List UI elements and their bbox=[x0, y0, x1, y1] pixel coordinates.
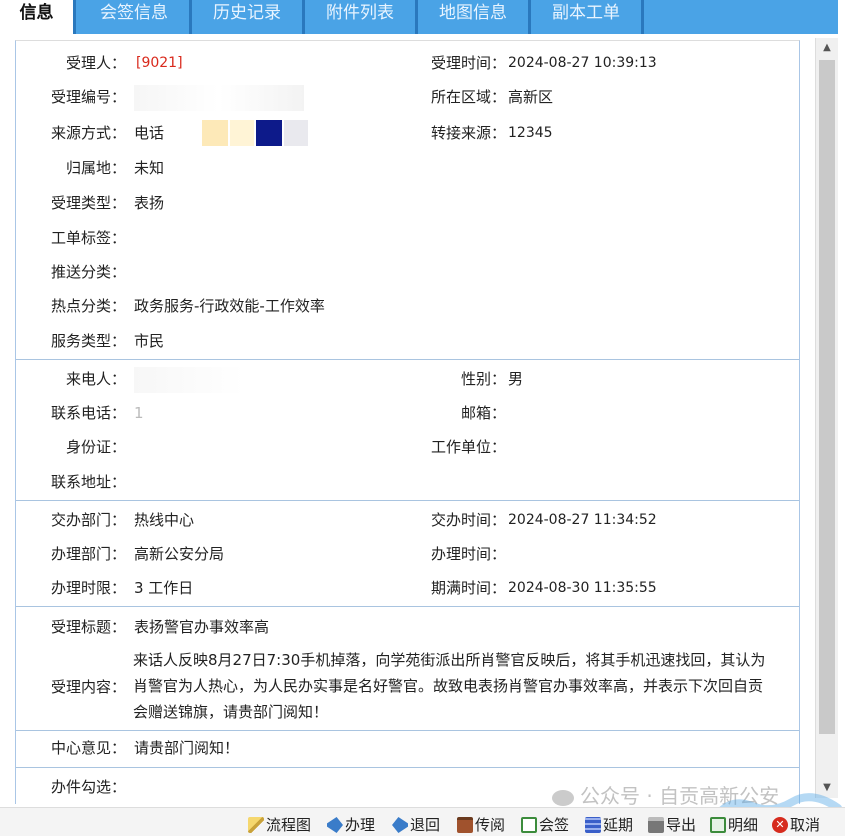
title-label: 受理标题： bbox=[50, 618, 126, 636]
delay-button[interactable]: 延期 bbox=[585, 814, 633, 836]
handle-time-label: 办理时间： bbox=[430, 545, 506, 563]
countersign-label: 会签 bbox=[539, 816, 570, 834]
detail-label: 明细 bbox=[728, 816, 759, 834]
delay-icon bbox=[585, 817, 601, 833]
cancel-button[interactable]: ✕ 取消 bbox=[772, 814, 820, 836]
redacted-caller-name bbox=[134, 367, 244, 393]
transfer-label: 转接来源： bbox=[430, 124, 506, 142]
scroll-up-icon[interactable]: ▲ bbox=[816, 38, 838, 58]
tab-countersign-info[interactable]: 会签信息 bbox=[79, 0, 192, 34]
opinion-value: 请贵部门阅知！ bbox=[134, 739, 240, 757]
print-icon bbox=[648, 817, 664, 833]
section-divider-1 bbox=[16, 359, 799, 360]
flowchart-button[interactable]: 流程图 bbox=[248, 814, 311, 836]
push-label: 推送分类： bbox=[50, 263, 126, 281]
phone-value: 1 bbox=[134, 404, 144, 422]
scroll-thumb[interactable] bbox=[819, 60, 835, 734]
circulate-label: 传阅 bbox=[475, 816, 506, 834]
export-button[interactable]: 导出 bbox=[648, 814, 696, 836]
redacted-accept-no bbox=[134, 85, 304, 111]
wechat-icon bbox=[552, 789, 574, 806]
handler-label: 受理人： bbox=[65, 54, 126, 72]
assign-time-value: 2024-08-27 11:34:52 bbox=[508, 512, 657, 528]
origin-label: 归属地： bbox=[65, 159, 126, 177]
vertical-scrollbar[interactable]: ▲ ▼ bbox=[815, 38, 838, 798]
redacted-block-2 bbox=[230, 120, 254, 146]
id-card-label: 身份证： bbox=[65, 438, 126, 456]
time-limit-label: 办理时限： bbox=[50, 579, 126, 597]
service-value: 市民 bbox=[134, 332, 165, 350]
gender-value: 男 bbox=[508, 370, 524, 388]
handle-icon bbox=[327, 817, 343, 833]
section-divider-5 bbox=[16, 767, 799, 768]
work-unit-label: 工作单位： bbox=[430, 438, 506, 456]
email-label: 邮箱： bbox=[460, 404, 506, 422]
tab-bar: 信息 会签信息 历史记录 附件列表 地图信息 副本工单 bbox=[0, 0, 845, 34]
flowchart-label: 流程图 bbox=[266, 816, 312, 834]
content-label: 受理内容： bbox=[50, 678, 126, 696]
return-icon bbox=[392, 817, 408, 833]
return-button[interactable]: 退回 bbox=[392, 814, 440, 836]
briefcase-icon bbox=[457, 817, 473, 833]
region-value: 高新区 bbox=[508, 88, 554, 106]
tab-attachments[interactable]: 附件列表 bbox=[305, 0, 418, 34]
due-time-value: 2024-08-30 11:35:55 bbox=[508, 580, 657, 596]
pencil-icon bbox=[248, 817, 264, 833]
phone-label: 联系电话： bbox=[50, 404, 126, 422]
type-label: 受理类型： bbox=[50, 194, 126, 212]
delay-label: 延期 bbox=[603, 816, 634, 834]
origin-value: 未知 bbox=[134, 159, 165, 177]
action-toolbar: 流程图 办理 退回 传阅 会签 延期 导出 明细 ✕ 取消 bbox=[0, 807, 845, 836]
due-time-label: 期满时间： bbox=[430, 579, 506, 597]
accept-time-value: 2024-08-27 10:39:13 bbox=[508, 55, 657, 71]
assign-dept-label: 交办部门： bbox=[50, 511, 126, 529]
redacted-block-3 bbox=[256, 120, 282, 146]
service-label: 服务类型： bbox=[50, 332, 126, 350]
redacted-block-1 bbox=[202, 120, 228, 146]
hot-label: 热点分类： bbox=[50, 297, 126, 315]
tag-label: 工单标签： bbox=[50, 229, 126, 247]
circulate-button[interactable]: 传阅 bbox=[457, 814, 505, 836]
caller-name-label: 来电人： bbox=[65, 370, 126, 388]
section-divider-4 bbox=[16, 730, 799, 731]
return-label: 退回 bbox=[410, 816, 441, 834]
title-value: 表扬警官办事效率高 bbox=[134, 618, 270, 636]
assign-dept-value: 热线中心 bbox=[134, 511, 195, 529]
tab-copy-orders[interactable]: 副本工单 bbox=[531, 0, 644, 34]
time-limit-value: 3 工作日 bbox=[134, 579, 194, 597]
handle-label: 办理 bbox=[345, 816, 376, 834]
tab-info[interactable]: 信息 bbox=[0, 0, 76, 34]
export-label: 导出 bbox=[666, 816, 697, 834]
content-value: 来话人反映8月27日7:30手机掉落，向学苑街派出所肖警官反映后，将其手机迅速找… bbox=[133, 651, 766, 721]
source-value: 电话 bbox=[134, 124, 165, 142]
region-label: 所在区域： bbox=[430, 88, 506, 106]
handle-dept-label: 办理部门： bbox=[50, 545, 126, 563]
countersign-icon bbox=[521, 817, 537, 833]
handle-button[interactable]: 办理 bbox=[327, 814, 375, 836]
assign-time-label: 交办时间： bbox=[430, 511, 506, 529]
cancel-label: 取消 bbox=[790, 816, 821, 834]
transfer-value: 12345 bbox=[508, 125, 553, 141]
check-label: 办件勾选： bbox=[50, 778, 126, 796]
accept-no-label: 受理编号： bbox=[50, 88, 126, 106]
opinion-label: 中心意见： bbox=[50, 739, 126, 757]
gender-label: 性别： bbox=[460, 370, 506, 388]
section-divider-3 bbox=[16, 606, 799, 607]
redacted-block-4 bbox=[284, 120, 308, 146]
handler-value: [9021] bbox=[136, 55, 183, 71]
tab-map[interactable]: 地图信息 bbox=[418, 0, 531, 34]
tab-history[interactable]: 历史记录 bbox=[192, 0, 305, 34]
detail-panel: 受理人： [9021] 受理时间： 2024-08-27 10:39:13 受理… bbox=[15, 40, 800, 804]
handle-dept-value: 高新公安分局 bbox=[134, 545, 225, 563]
source-label: 来源方式： bbox=[50, 124, 126, 142]
detail-icon bbox=[710, 817, 726, 833]
section-divider-2 bbox=[16, 500, 799, 501]
address-label: 联系地址： bbox=[50, 473, 126, 491]
countersign-button[interactable]: 会签 bbox=[521, 814, 569, 836]
detail-button[interactable]: 明细 bbox=[710, 814, 758, 836]
cancel-icon: ✕ bbox=[772, 817, 788, 833]
type-value: 表扬 bbox=[134, 194, 165, 212]
accept-time-label: 受理时间： bbox=[430, 54, 506, 72]
hot-value: 政务服务-行政效能-工作效率 bbox=[134, 297, 325, 315]
